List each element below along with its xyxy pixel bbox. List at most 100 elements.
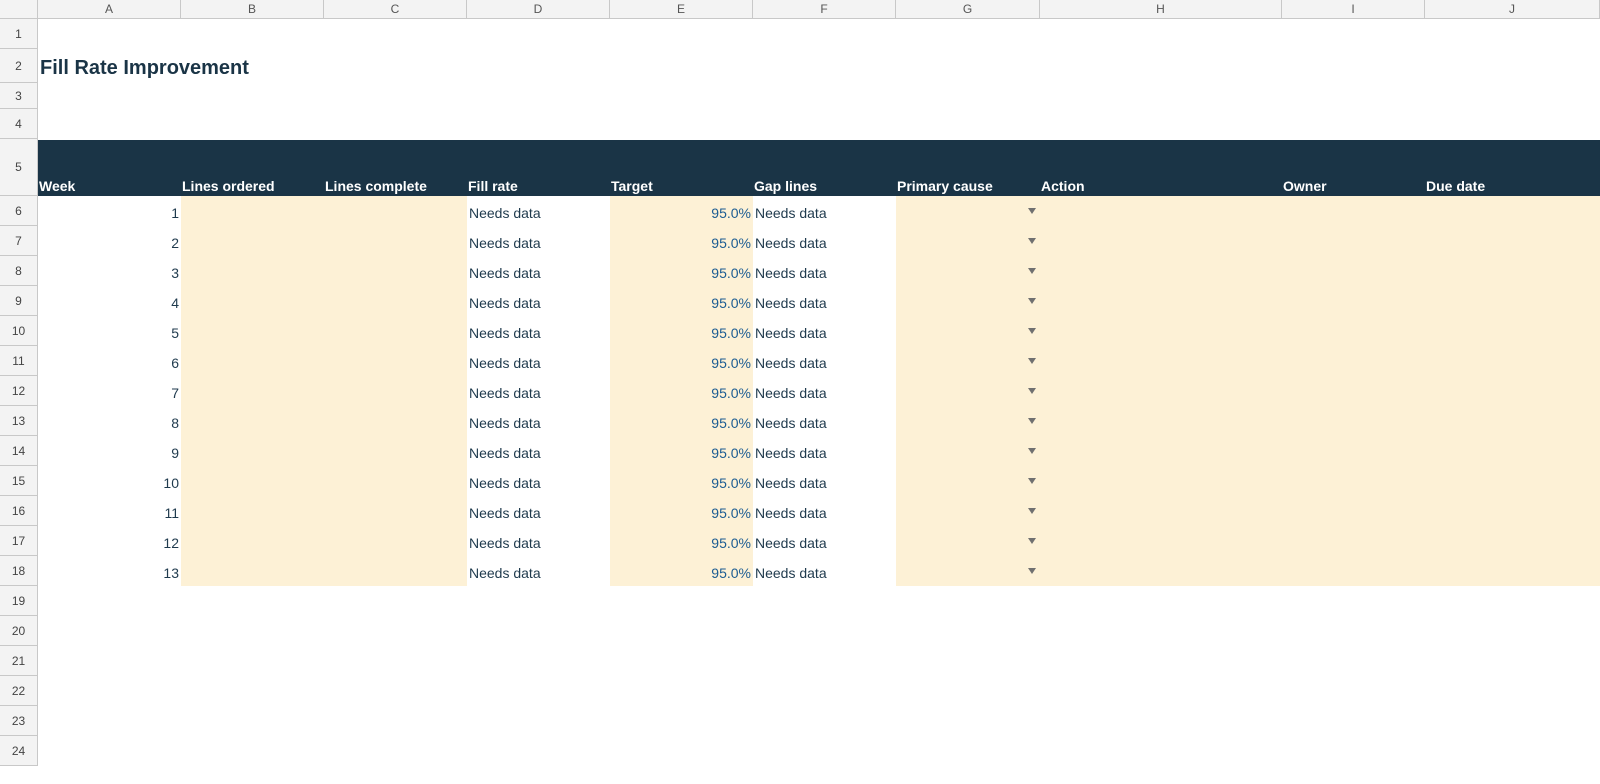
week-cell[interactable]: 4 [38, 286, 181, 316]
primary-cause-dropdown[interactable] [896, 196, 1040, 226]
fill-rate-cell[interactable]: Needs data [467, 256, 610, 286]
row-header-18[interactable]: 18 [0, 556, 38, 586]
row-header-6[interactable]: 6 [0, 196, 38, 226]
target-cell[interactable]: 95.0% [610, 256, 753, 286]
primary-cause-dropdown[interactable] [896, 556, 1040, 586]
header-cell-fill-rate[interactable]: Fill rate [467, 140, 610, 196]
week-cell[interactable]: 3 [38, 256, 181, 286]
row-header-10[interactable]: 10 [0, 316, 38, 346]
primary-cause-dropdown[interactable] [896, 226, 1040, 256]
row-header-11[interactable]: 11 [0, 346, 38, 376]
target-cell[interactable]: 95.0% [610, 286, 753, 316]
header-cell-gap-lines[interactable]: Gap lines [753, 140, 896, 196]
chevron-down-icon[interactable] [1028, 298, 1036, 304]
chevron-down-icon[interactable] [1028, 208, 1036, 214]
primary-cause-dropdown[interactable] [896, 406, 1040, 436]
primary-cause-dropdown[interactable] [896, 526, 1040, 556]
target-cell[interactable]: 95.0% [610, 556, 753, 586]
column-header-d[interactable]: D [467, 0, 610, 19]
chevron-down-icon[interactable] [1028, 238, 1036, 244]
row-header-23[interactable]: 23 [0, 706, 38, 736]
header-cell-lines-complete[interactable]: Lines complete [324, 140, 467, 196]
primary-cause-dropdown[interactable] [896, 376, 1040, 406]
row-header-24[interactable]: 24 [0, 736, 38, 766]
gap-lines-cell[interactable]: Needs data [753, 316, 896, 346]
row-header-19[interactable]: 19 [0, 586, 38, 616]
fill-rate-cell[interactable]: Needs data [467, 526, 610, 556]
column-header-f[interactable]: F [753, 0, 896, 19]
gap-lines-cell[interactable]: Needs data [753, 526, 896, 556]
target-cell[interactable]: 95.0% [610, 466, 753, 496]
week-cell[interactable]: 9 [38, 436, 181, 466]
column-header-h[interactable]: H [1040, 0, 1282, 19]
header-cell-action[interactable]: Action [1040, 140, 1282, 196]
chevron-down-icon[interactable] [1028, 418, 1036, 424]
row-header-12[interactable]: 12 [0, 376, 38, 406]
gap-lines-cell[interactable]: Needs data [753, 466, 896, 496]
chevron-down-icon[interactable] [1028, 568, 1036, 574]
header-cell-week[interactable]: Week [38, 140, 181, 196]
column-header-b[interactable]: B [181, 0, 324, 19]
row-header-22[interactable]: 22 [0, 676, 38, 706]
header-cell-lines-ordered[interactable]: Lines ordered [181, 140, 324, 196]
column-header-i[interactable]: I [1282, 0, 1425, 19]
row-header-7[interactable]: 7 [0, 226, 38, 256]
week-cell[interactable]: 2 [38, 226, 181, 256]
target-cell[interactable]: 95.0% [610, 226, 753, 256]
row-header-9[interactable]: 9 [0, 286, 38, 316]
gap-lines-cell[interactable]: Needs data [753, 406, 896, 436]
primary-cause-dropdown[interactable] [896, 496, 1040, 526]
chevron-down-icon[interactable] [1028, 268, 1036, 274]
week-cell[interactable]: 13 [38, 556, 181, 586]
gap-lines-cell[interactable]: Needs data [753, 436, 896, 466]
gap-lines-cell[interactable]: Needs data [753, 376, 896, 406]
target-cell[interactable]: 95.0% [610, 406, 753, 436]
fill-rate-cell[interactable]: Needs data [467, 406, 610, 436]
chevron-down-icon[interactable] [1028, 448, 1036, 454]
primary-cause-dropdown[interactable] [896, 286, 1040, 316]
column-header-g[interactable]: G [896, 0, 1040, 19]
primary-cause-dropdown[interactable] [896, 256, 1040, 286]
gap-lines-cell[interactable]: Needs data [753, 496, 896, 526]
fill-rate-cell[interactable]: Needs data [467, 376, 610, 406]
week-cell[interactable]: 8 [38, 406, 181, 436]
column-header-j[interactable]: J [1425, 0, 1600, 19]
fill-rate-cell[interactable]: Needs data [467, 346, 610, 376]
fill-rate-cell[interactable]: Needs data [467, 316, 610, 346]
select-all-corner[interactable] [0, 0, 38, 19]
column-header-e[interactable]: E [610, 0, 753, 19]
target-cell[interactable]: 95.0% [610, 526, 753, 556]
fill-rate-cell[interactable]: Needs data [467, 286, 610, 316]
row-header-2[interactable]: 2 [0, 49, 38, 83]
row-header-4[interactable]: 4 [0, 109, 38, 139]
row-header-3[interactable]: 3 [0, 83, 38, 109]
chevron-down-icon[interactable] [1028, 538, 1036, 544]
week-cell[interactable]: 6 [38, 346, 181, 376]
fill-rate-cell[interactable]: Needs data [467, 436, 610, 466]
row-header-8[interactable]: 8 [0, 256, 38, 286]
row-header-14[interactable]: 14 [0, 436, 38, 466]
fill-rate-cell[interactable]: Needs data [467, 466, 610, 496]
fill-rate-cell[interactable]: Needs data [467, 226, 610, 256]
row-header-13[interactable]: 13 [0, 406, 38, 436]
row-header-17[interactable]: 17 [0, 526, 38, 556]
gap-lines-cell[interactable]: Needs data [753, 256, 896, 286]
header-cell-due-date[interactable]: Due date [1425, 140, 1600, 196]
target-cell[interactable]: 95.0% [610, 316, 753, 346]
chevron-down-icon[interactable] [1028, 358, 1036, 364]
gap-lines-cell[interactable]: Needs data [753, 556, 896, 586]
primary-cause-dropdown[interactable] [896, 436, 1040, 466]
target-cell[interactable]: 95.0% [610, 496, 753, 526]
week-cell[interactable]: 5 [38, 316, 181, 346]
target-cell[interactable]: 95.0% [610, 346, 753, 376]
chevron-down-icon[interactable] [1028, 328, 1036, 334]
fill-rate-cell[interactable]: Needs data [467, 556, 610, 586]
target-cell[interactable]: 95.0% [610, 196, 753, 226]
chevron-down-icon[interactable] [1028, 508, 1036, 514]
header-cell-primary-cause[interactable]: Primary cause [896, 140, 1040, 196]
header-cell-target[interactable]: Target [610, 140, 753, 196]
row-header-16[interactable]: 16 [0, 496, 38, 526]
sheet-title[interactable]: Fill Rate Improvement [40, 53, 249, 83]
chevron-down-icon[interactable] [1028, 388, 1036, 394]
gap-lines-cell[interactable]: Needs data [753, 346, 896, 376]
